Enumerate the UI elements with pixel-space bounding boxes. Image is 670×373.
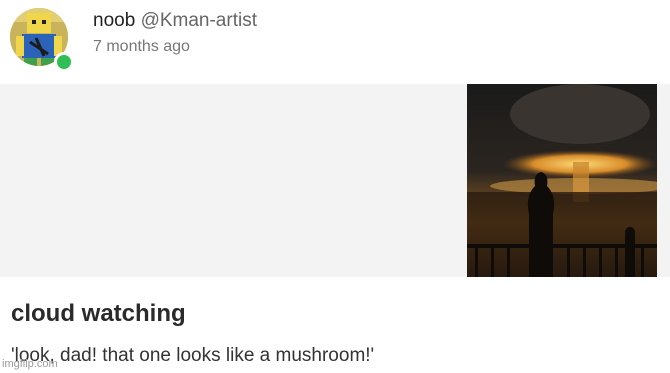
post-body: 'look, dad! that one looks like a mushro… xyxy=(11,345,375,366)
post-image[interactable] xyxy=(467,84,657,277)
avatar[interactable] xyxy=(10,8,74,72)
post-title: cloud watching xyxy=(11,300,186,327)
watermark: imgflip.com xyxy=(2,358,58,370)
image-icon xyxy=(467,84,657,277)
post-timestamp[interactable]: 7 months ago xyxy=(93,38,190,56)
author-name[interactable]: noob xyxy=(93,10,135,31)
media-panel[interactable] xyxy=(0,84,670,277)
post-header: noob @Kman-artist 7 months ago xyxy=(0,0,670,84)
online-status-dot xyxy=(54,52,74,72)
author-handle[interactable]: @Kman-artist xyxy=(141,10,257,31)
author-line: noob @Kman-artist xyxy=(93,10,257,32)
